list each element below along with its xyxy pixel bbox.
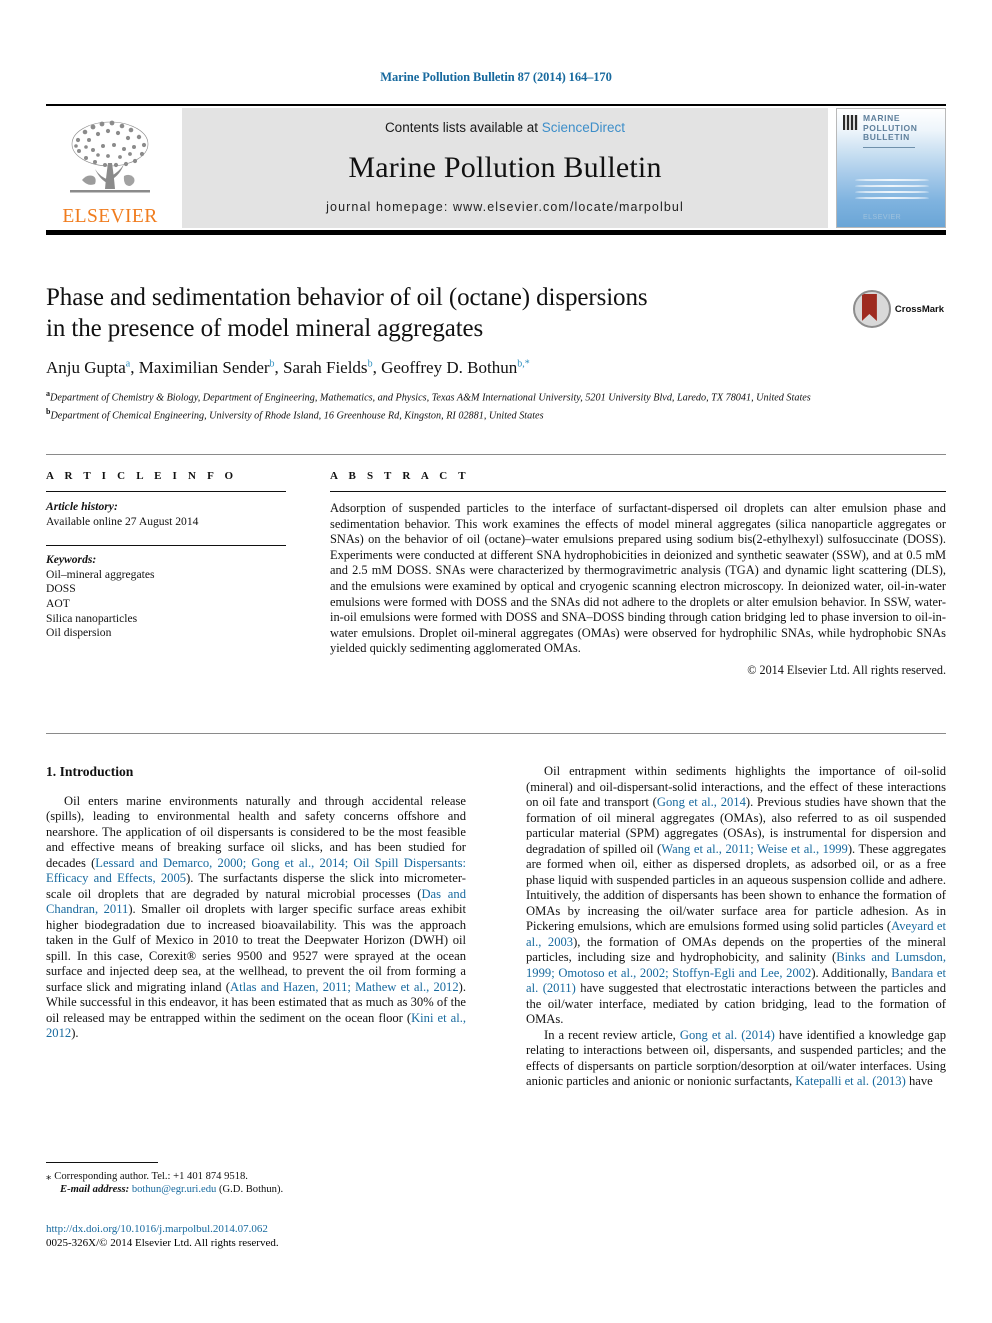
author-3-name: Geoffrey D. Bothun: [381, 358, 518, 377]
article-page: Marine Pollution Bulletin 87 (2014) 164–…: [0, 0, 992, 1323]
body-paragraph: Oil entrapment within sediments highligh…: [526, 764, 946, 1028]
author-0: Anju Guptaa,: [46, 358, 139, 377]
elsevier-wordmark: ELSEVIER: [62, 205, 158, 227]
crossmark-badge[interactable]: CrossMark: [852, 290, 944, 328]
article-history-value: Available online 27 August 2014: [46, 514, 199, 528]
cover-title: MARINE POLLUTION BULLETIN: [863, 113, 918, 143]
article-info-heading-rule: [46, 491, 286, 492]
keyword-item: Oil–mineral aggregates: [46, 567, 155, 581]
sciencedirect-link[interactable]: ScienceDirect: [542, 120, 625, 135]
page-title: Phase and sedimentation behavior of oil …: [46, 282, 816, 344]
cover-title-line-3: BULLETIN: [863, 132, 910, 142]
body-paragraph: Oil enters marine environments naturally…: [46, 794, 466, 1042]
masthead-center: Contents lists available at ScienceDirec…: [182, 108, 828, 228]
body-column-left: 1. Introduction Oil enters marine enviro…: [46, 764, 466, 1042]
crossmark-label: CrossMark: [894, 303, 944, 315]
author-3-marker[interactable]: b,*: [517, 358, 530, 369]
affiliation-b: bDepartment of Chemical Engineering, Uni…: [46, 405, 946, 422]
article-history-label: Article history:: [46, 500, 118, 513]
author-2-sep: ,: [372, 358, 382, 377]
section-heading-introduction: 1. Introduction: [46, 764, 134, 779]
abstract-heading-rule: [330, 491, 946, 492]
keywords-label: Keywords:: [46, 553, 97, 567]
affiliation-a-text: Department of Chemistry & Biology, Depar…: [50, 392, 811, 404]
author-1-name: Maximilian Sender: [138, 358, 270, 377]
journal-cover-thumbnail[interactable]: MARINE POLLUTION BULLETIN ELSEVIER: [836, 108, 946, 228]
email-line: E-mail address: bothun@egr.uri.edu (G.D.…: [46, 1183, 466, 1196]
title-block: Phase and sedimentation behavior of oil …: [46, 282, 946, 423]
cover-divider: [863, 147, 915, 148]
affiliation-b-text: Department of Chemical Engineering, Univ…: [50, 410, 544, 422]
author-list: Anju Guptaa, Maximilian Senderb, Sarah F…: [46, 358, 946, 378]
keyword-item: AOT: [46, 596, 70, 610]
body-text: ). Additionally,: [811, 965, 892, 980]
author-0-name: Anju Gupta: [46, 358, 126, 377]
abstract-copyright: © 2014 Elsevier Ltd. All rights reserved…: [747, 662, 946, 677]
email-label: E-mail address:: [60, 1184, 130, 1196]
corresponding-author-footnote: ⁎ Corresponding author. Tel.: +1 401 874 …: [46, 1162, 466, 1197]
citation-link[interactable]: Gong et al. (2014): [680, 1028, 775, 1042]
contents-prefix: Contents lists available at: [384, 120, 542, 135]
journal-title: Marine Pollution Bulletin: [348, 150, 662, 184]
abstract-section: A B S T R A C T Adsorption of suspended …: [330, 470, 946, 678]
body-text: In a recent review article,: [544, 1027, 680, 1042]
masthead-top-rule: [46, 104, 946, 106]
citation-link[interactable]: Wang et al., 2011; Weise et al., 1999: [661, 842, 848, 856]
keyword-item: DOSS: [46, 582, 76, 596]
affiliation-a: aDepartment of Chemistry & Biology, Depa…: [46, 387, 946, 404]
masthead-bottom-rule: [46, 230, 946, 235]
running-head: Marine Pollution Bulletin 87 (2014) 164–…: [380, 70, 612, 84]
author-2-name: Sarah Fields: [283, 358, 368, 377]
corresponding-text: Corresponding author. Tel.: +1 401 874 9…: [54, 1171, 248, 1182]
publication-meta: http://dx.doi.org/10.1016/j.marpolbul.20…: [46, 1222, 476, 1250]
right-paragraphs: Oil entrapment within sediments highligh…: [526, 764, 946, 1090]
left-paragraphs: Oil enters marine environments naturally…: [46, 794, 466, 1042]
article-info-heading: A R T I C L E I N F O: [46, 470, 238, 482]
footnote-rule: [46, 1162, 158, 1163]
cover-qr-icon: [843, 115, 858, 130]
keywords-block: Keywords: Oil–mineral aggregates DOSS AO…: [46, 553, 286, 641]
citation-link[interactable]: Gong et al., 2014: [657, 795, 746, 809]
email-owner: (G.D. Bothun).: [218, 1184, 284, 1196]
body-text: have suggested that electrostatic intera…: [526, 981, 946, 1026]
panel-top-rule: [46, 454, 946, 455]
body-text: ).: [71, 1026, 79, 1040]
author-2: Sarah Fieldsb,: [283, 358, 381, 377]
keyword-item: Silica nanoparticles: [46, 611, 138, 625]
journal-masthead: ELSEVIER Contents lists available at Sci…: [46, 104, 946, 235]
article-history: Article history: Available online 27 Aug…: [46, 500, 286, 529]
body-text: have: [905, 1074, 933, 1088]
abstract-heading: A B S T R A C T: [330, 470, 470, 482]
author-1-sep: ,: [274, 358, 284, 377]
keywords-rule: [46, 545, 286, 547]
panel-bottom-rule: [46, 733, 946, 734]
author-0-sep: ,: [130, 358, 139, 377]
author-3: Geoffrey D. Bothunb,*: [381, 358, 530, 377]
journal-homepage-link[interactable]: journal homepage: www.elsevier.com/locat…: [182, 200, 828, 214]
abstract-text: Adsorption of suspended particles to the…: [330, 501, 946, 656]
title-line-2: in the presence of model mineral aggrega…: [46, 315, 484, 342]
title-line-1: Phase and sedimentation behavior of oil …: [46, 284, 648, 311]
corresponding-author-line: ⁎ Corresponding author. Tel.: +1 401 874 …: [46, 1170, 466, 1183]
author-1: Maximilian Senderb,: [139, 358, 283, 377]
citation-link[interactable]: Atlas and Hazen, 2011; Mathew et al., 20…: [230, 980, 459, 994]
body-column-right: Oil entrapment within sediments highligh…: [526, 764, 946, 1090]
body-paragraph: In a recent review article, Gong et al. …: [526, 1028, 946, 1090]
article-info-section: A R T I C L E I N F O Article history: A…: [46, 470, 286, 641]
cover-publisher-label: ELSEVIER: [863, 214, 902, 221]
citation-link[interactable]: Katepalli et al. (2013): [795, 1074, 906, 1088]
email-link[interactable]: bothun@egr.uri.edu: [132, 1184, 217, 1195]
contents-available-line: Contents lists available at ScienceDirec…: [182, 120, 828, 135]
corresponding-star: ⁎: [46, 1171, 52, 1182]
doi-link[interactable]: http://dx.doi.org/10.1016/j.marpolbul.20…: [46, 1222, 476, 1236]
elsevier-tree-icon: [70, 120, 150, 192]
cover-wave-graphic: [855, 179, 929, 205]
crossmark-icon: [852, 290, 891, 328]
keyword-item: Oil dispersion: [46, 626, 112, 640]
elsevier-logo: ELSEVIER: [46, 108, 174, 228]
issn-copyright-line: 0025-326X/© 2014 Elsevier Ltd. All right…: [46, 1237, 279, 1249]
